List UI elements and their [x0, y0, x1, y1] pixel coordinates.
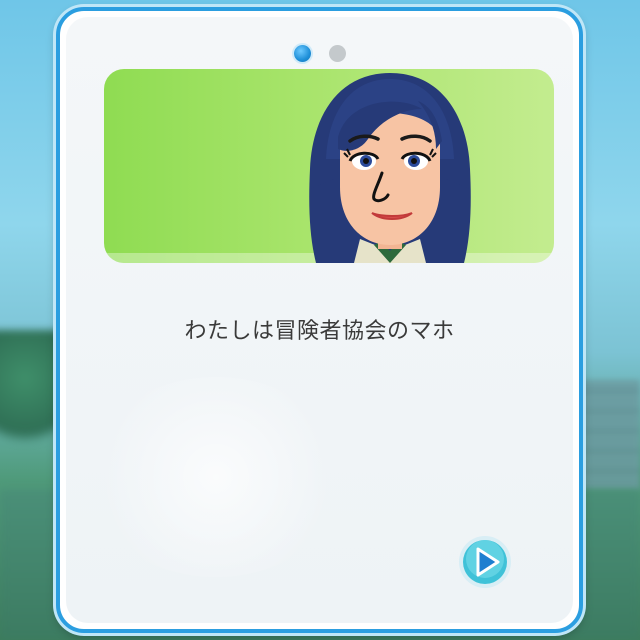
game-scene: わたしは冒険者協会のマホ — [0, 0, 640, 640]
speaker-avatar — [309, 73, 471, 263]
dialog-card: わたしは冒険者協会のマホ — [56, 7, 583, 633]
dialog-card-body: わたしは冒険者協会のマホ — [66, 17, 573, 623]
page-dot-inactive — [328, 45, 346, 62]
page-dot-active — [293, 45, 311, 62]
next-button[interactable] — [458, 535, 512, 589]
dialog-message: わたしは冒険者協会のマホ — [184, 319, 455, 344]
page-indicator — [66, 45, 573, 62]
speaker-banner — [104, 69, 554, 263]
